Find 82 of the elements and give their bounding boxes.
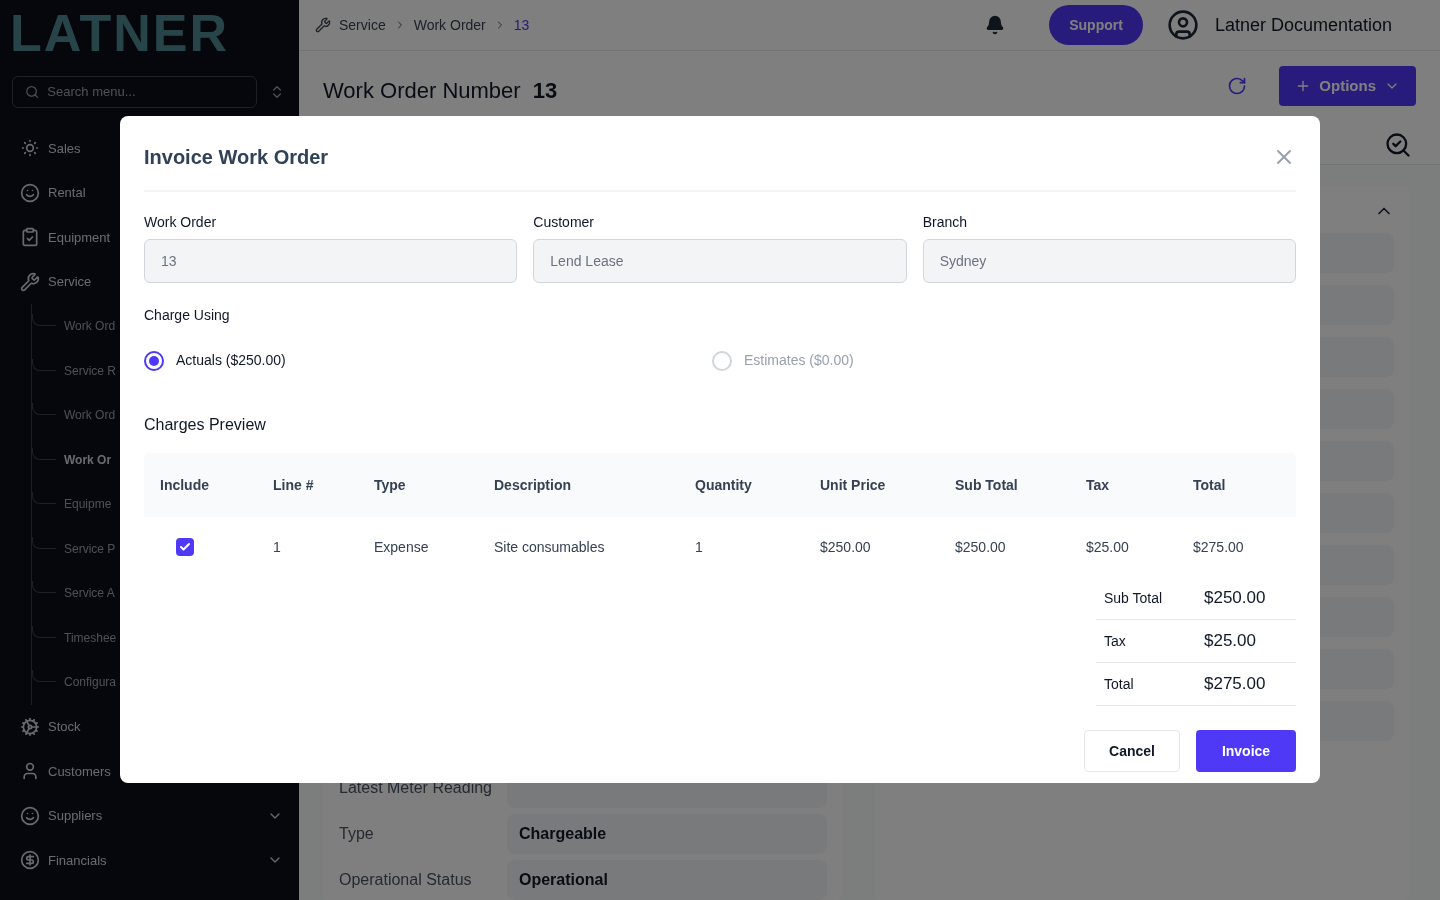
menu-item[interactable]: Equipment — [48, 227, 111, 247]
wrench-icon — [315, 17, 331, 34]
search-input[interactable]: Search menu... — [47, 82, 244, 102]
menu-item[interactable]: Suppliers — [48, 806, 103, 826]
total-value: $25.00 — [1204, 630, 1256, 653]
refresh-icon[interactable] — [1227, 76, 1248, 97]
dialog-title: Invoice Work Order — [144, 145, 329, 170]
total-value: $275.00 — [1204, 673, 1266, 696]
invoice-button[interactable]: Invoice — [1196, 730, 1296, 772]
search-field[interactable]: Search menu... — [12, 76, 257, 108]
search-check-icon[interactable] — [1384, 131, 1412, 160]
table-cell-text: 1 — [695, 537, 704, 557]
submenu-item[interactable]: Timeshee — [64, 628, 117, 647]
menu-item[interactable]: Customers — [48, 761, 111, 781]
menu-item-icon — [20, 850, 40, 871]
column-header: Tax — [1086, 475, 1111, 495]
table-cell-text: Expense — [374, 537, 430, 557]
menu-item-icon — [20, 138, 40, 159]
breadcrumb-link[interactable]: Work Order — [413, 14, 486, 36]
column-header: Description — [494, 475, 572, 495]
breadcrumb-link[interactable]: Service — [339, 14, 386, 36]
column-header: Unit Price — [820, 475, 887, 495]
submenu-item[interactable]: Equipme — [64, 495, 112, 514]
table-cell-text: $250.00 — [820, 537, 872, 557]
total-label: Tax — [1104, 631, 1127, 651]
total-label: Total — [1104, 674, 1135, 694]
table-cell-text: Site consumables — [494, 537, 606, 557]
support-button[interactable]: Support — [1049, 5, 1143, 46]
menu-item[interactable]: Financials — [48, 850, 107, 870]
table-cell-text: $250.00 — [955, 537, 1007, 557]
field-value: Operational — [507, 860, 827, 900]
menu-item-icon — [20, 761, 40, 782]
total-value: $250.00 — [1204, 587, 1266, 610]
breadcrumb-link[interactable]: 13 — [513, 14, 530, 36]
submenu-item[interactable]: Service P — [64, 539, 116, 558]
avatar-icon[interactable] — [1166, 9, 1199, 42]
menu-item-icon — [20, 805, 40, 826]
radio-label[interactable]: Estimates ($0.00) — [744, 350, 854, 371]
column-header: Type — [374, 475, 407, 495]
field-label: Work Order — [144, 213, 218, 232]
search-icon — [25, 84, 40, 100]
options-button[interactable]: Options — [1279, 66, 1416, 107]
logo: LATNER — [10, 6, 229, 59]
section-title: Charges Preview — [144, 415, 267, 435]
field-label: Charge Using — [144, 306, 231, 325]
submenu-item[interactable]: Service R — [64, 361, 116, 380]
menu-item[interactable]: Sales — [48, 138, 81, 158]
submenu-item[interactable]: Work Ord — [64, 406, 116, 425]
checkbox[interactable] — [176, 538, 194, 556]
menu-item-icon — [20, 227, 40, 248]
column-header: Quantity — [695, 475, 753, 495]
submenu-item[interactable]: Service A — [64, 584, 115, 603]
column-header: Total — [1193, 475, 1227, 495]
table-cell-text: $25.00 — [1086, 537, 1130, 557]
field-label: Branch — [922, 213, 968, 232]
menu-item-icon — [20, 271, 40, 292]
check-icon — [179, 541, 191, 553]
table-cell-text: 1 — [273, 537, 282, 557]
column-header: Line # — [273, 475, 315, 495]
radio-label[interactable]: Actuals ($250.00) — [176, 350, 286, 371]
field-label: Type — [339, 824, 375, 844]
field-label: Operational Status — [339, 870, 473, 890]
table-cell-text: $275.00 — [1193, 537, 1245, 557]
submenu-item[interactable]: Work Or — [64, 450, 112, 469]
submenu-item[interactable]: Configura — [64, 673, 117, 692]
page-title: Work Order Number — [323, 77, 521, 106]
cancel-button[interactable]: Cancel — [1084, 730, 1180, 772]
submenu-item[interactable]: Work Ord — [64, 317, 116, 336]
menu-item[interactable]: Rental — [48, 183, 86, 203]
page-number: 13 — [532, 77, 558, 106]
total-label: Sub Total — [1104, 588, 1164, 608]
column-header: Sub Total — [955, 475, 1019, 495]
column-header: Include — [160, 475, 210, 495]
menu-item[interactable]: Stock — [48, 717, 81, 737]
menu-item-icon — [20, 182, 40, 203]
bell-icon[interactable] — [985, 15, 1006, 36]
field-label: Customer — [533, 213, 595, 232]
user-name[interactable]: Latner Documentation — [1214, 11, 1392, 39]
field-value: Chargeable — [507, 814, 827, 854]
radio-button[interactable] — [144, 350, 164, 371]
menu-item-icon — [20, 716, 40, 737]
menu-item[interactable]: Service — [48, 272, 92, 292]
